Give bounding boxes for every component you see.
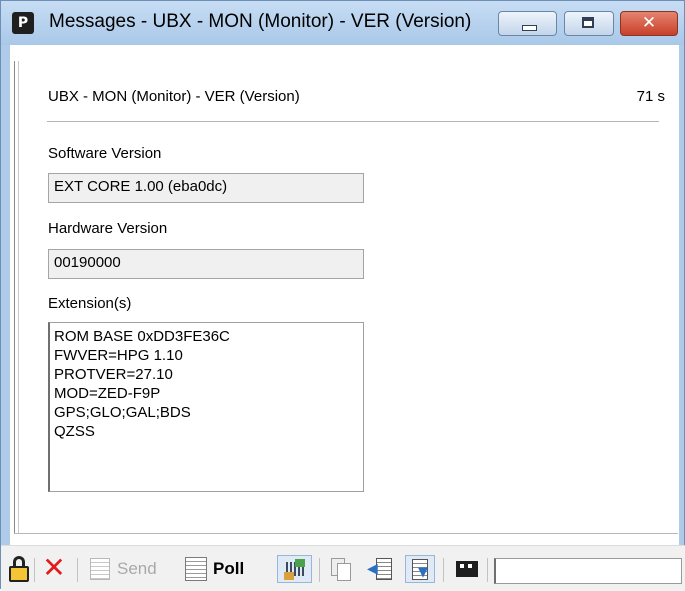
- title-bar[interactable]: P Messages - UBX - MON (Monitor) - VER (…: [1, 1, 684, 45]
- toolbar-separator: [443, 558, 444, 582]
- extension-line: GPS;GLO;GAL;BDS: [54, 404, 191, 421]
- extension-line: MOD=ZED-F9P: [54, 385, 161, 402]
- extension-line: FWVER=HPG 1.10: [54, 347, 183, 364]
- poll-icon: [185, 557, 207, 581]
- toolbar-separator: [487, 558, 488, 582]
- header-divider: [47, 121, 659, 123]
- close-icon: ✕: [641, 13, 657, 33]
- extensions-label: Extension(s): [48, 295, 132, 312]
- send-label: Send: [117, 559, 157, 578]
- lock-body: [9, 566, 29, 582]
- message-header: UBX - MON (Monitor) - VER (Version): [48, 88, 300, 105]
- import-arrow-icon: ◀: [367, 561, 378, 577]
- minimize-icon: [522, 25, 537, 31]
- poll-label: Poll: [213, 559, 245, 578]
- toolbar-separator: [34, 558, 35, 582]
- config-icon-part: [284, 572, 294, 580]
- extension-line: PROTVER=27.10: [54, 366, 173, 383]
- copy-button[interactable]: [327, 555, 355, 583]
- toolbar-separator: [77, 558, 78, 582]
- maximize-icon: [582, 17, 594, 28]
- app-icon[interactable]: P: [12, 12, 34, 34]
- extension-line: ROM BASE 0xDD3FE36C: [54, 328, 230, 345]
- import-button[interactable]: ◀: [367, 555, 395, 583]
- maximize-button[interactable]: [564, 11, 614, 36]
- status-field[interactable]: [494, 558, 682, 584]
- delete-icon: ✕: [42, 551, 66, 584]
- hardware-version-field[interactable]: 00190000: [48, 249, 364, 279]
- export-button[interactable]: ▼: [405, 555, 435, 583]
- send-button[interactable]: Send: [85, 555, 171, 583]
- import-icon: [376, 558, 392, 580]
- poll-button[interactable]: Poll: [181, 555, 265, 583]
- record-button[interactable]: [453, 555, 481, 583]
- send-icon: [90, 558, 110, 580]
- copy-icon-part: [337, 563, 351, 581]
- extensions-listbox[interactable]: ROM BASE 0xDD3FE36C FWVER=HPG 1.10 PROTV…: [48, 322, 364, 492]
- hardware-version-label: Hardware Version: [48, 220, 168, 237]
- message-view: UBX - MON (Monitor) - VER (Version) 71 s…: [10, 45, 679, 585]
- record-icon-part: [460, 564, 464, 568]
- software-version-field[interactable]: EXT CORE 1.00 (eba0dc): [48, 173, 364, 203]
- record-icon-part: [468, 564, 472, 568]
- toolbar-separator: [319, 558, 320, 582]
- extension-line: QZSS: [54, 423, 95, 440]
- view-frame-bottom: [14, 533, 678, 534]
- config-button[interactable]: [277, 555, 312, 583]
- view-frame-left: [14, 61, 19, 534]
- close-button[interactable]: ✕: [620, 11, 678, 36]
- software-version-label: Software Version: [48, 145, 162, 162]
- messages-window: P Messages - UBX - MON (Monitor) - VER (…: [0, 0, 685, 591]
- config-icon-part: [295, 559, 305, 567]
- lock-icon[interactable]: [8, 555, 30, 583]
- window-title: Messages - UBX - MON (Monitor) - VER (Ve…: [49, 11, 472, 32]
- export-arrow-icon: ▼: [418, 565, 428, 580]
- message-age: 71 s: [636, 88, 665, 105]
- delete-button[interactable]: ✕: [41, 551, 67, 584]
- minimize-button[interactable]: [498, 11, 557, 36]
- message-toolbar: ✕ Send Poll ◀ ▼: [1, 545, 685, 591]
